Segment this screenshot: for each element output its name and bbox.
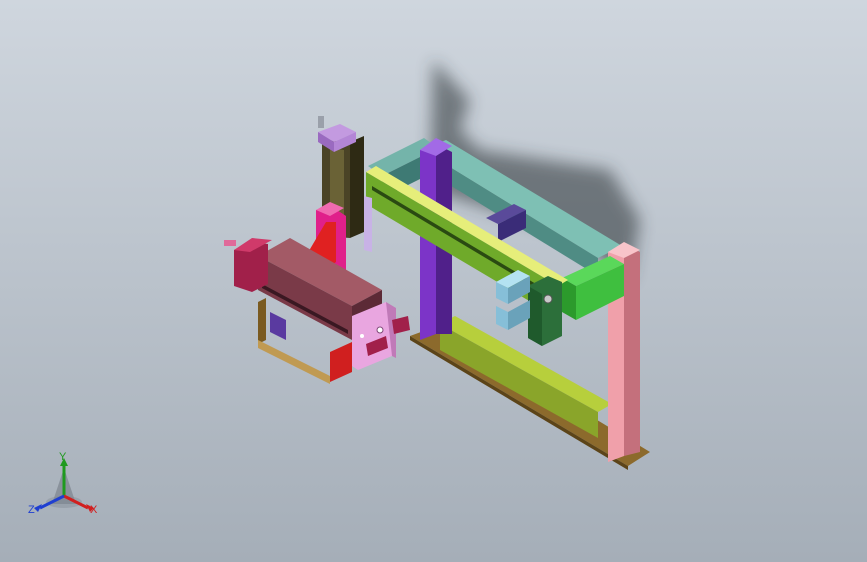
axis-triad: Y X Z — [24, 446, 104, 526]
axis-z-label: Z — [28, 504, 35, 516]
clamp-brown — [258, 298, 266, 344]
cad-viewport[interactable]: Y X Z — [0, 0, 867, 562]
clamp-blue-inset — [270, 312, 286, 340]
clamp-lower — [258, 340, 330, 384]
axis-x-label: X — [90, 504, 98, 516]
vertical-side-plate — [364, 196, 372, 252]
cylinder-rod — [224, 240, 236, 246]
carriage-face — [528, 286, 542, 346]
assembly-model[interactable] — [0, 0, 867, 562]
plate-bolt-icon — [376, 326, 384, 334]
lower-beam-side — [440, 324, 598, 438]
pink-column-side — [624, 244, 640, 456]
vertical-slide-side — [350, 136, 364, 238]
plate-bolt-2-icon — [360, 334, 364, 338]
slide-block-lower-side — [508, 300, 530, 330]
slide-block-lower — [496, 306, 508, 330]
axis-y-label: Y — [59, 451, 67, 463]
carriage-bolt-icon — [543, 294, 553, 304]
sensor-stud — [318, 116, 324, 128]
clamp-red — [330, 342, 352, 382]
